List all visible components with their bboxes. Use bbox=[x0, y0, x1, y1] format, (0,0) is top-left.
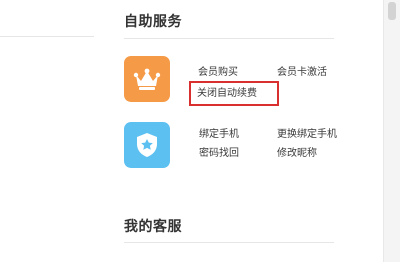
crown-icon bbox=[124, 56, 170, 102]
highlight-box bbox=[189, 81, 279, 106]
link-member-card-activate[interactable]: 会员卡激活 bbox=[277, 67, 327, 79]
link-password-recovery[interactable]: 密码找回 bbox=[199, 148, 239, 160]
self-service-divider bbox=[124, 38, 334, 39]
link-change-nickname[interactable]: 修改昵称 bbox=[277, 148, 317, 160]
link-bind-phone[interactable]: 绑定手机 bbox=[199, 129, 239, 141]
page-frame: 自助服务 会员购买 会员卡激活 关闭自动续费 绑定手机 更换绑定手机 密码找回 … bbox=[0, 0, 400, 262]
scrollbar-thumb[interactable] bbox=[388, 2, 396, 20]
self-service-title: 自助服务 bbox=[124, 14, 182, 30]
my-service-divider bbox=[124, 242, 334, 243]
link-change-bound-phone[interactable]: 更换绑定手机 bbox=[277, 129, 337, 141]
my-service-title: 我的客服 bbox=[124, 219, 182, 235]
crown-icon-svg bbox=[133, 68, 161, 90]
link-member-purchase[interactable]: 会员购买 bbox=[198, 67, 238, 79]
shield-star-icon-svg bbox=[137, 133, 157, 157]
scrollbar[interactable] bbox=[383, 0, 400, 262]
shield-star-icon bbox=[124, 122, 170, 168]
left-panel-divider bbox=[0, 36, 94, 37]
